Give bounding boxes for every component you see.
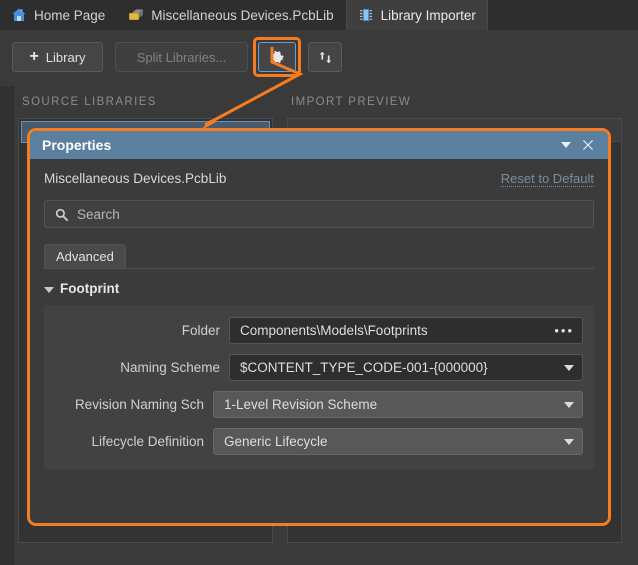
field-naming-scheme-value: $CONTENT_TYPE_CODE-001-{000000} xyxy=(240,360,488,375)
field-folder-value: Components\Models\Footprints xyxy=(240,323,428,338)
tab-library-importer-label: Library Importer xyxy=(380,7,476,23)
field-lifecycle-definition-value: Generic Lifecycle xyxy=(224,434,328,449)
close-icon[interactable] xyxy=(577,135,599,155)
collapse-triangle-icon xyxy=(44,286,54,293)
footprint-group-body: Folder Components\Models\Footprints ••• … xyxy=(44,305,594,469)
left-rail xyxy=(0,30,14,565)
field-folder-input[interactable]: Components\Models\Footprints ••• xyxy=(229,317,583,344)
tab-advanced[interactable]: Advanced xyxy=(44,244,126,268)
chevron-down-icon[interactable] xyxy=(555,135,577,155)
import-preview-header: IMPORT PREVIEW xyxy=(291,96,412,108)
properties-dialog-body: Miscellaneous Devices.PcbLib Reset to De… xyxy=(30,159,608,469)
field-folder-label: Folder xyxy=(181,323,220,338)
chevron-down-icon xyxy=(564,364,574,371)
plus-icon: + xyxy=(29,47,39,65)
properties-subtitle-row: Miscellaneous Devices.PcbLib Reset to De… xyxy=(41,159,597,187)
sync-libraries-button[interactable] xyxy=(308,42,342,72)
field-revision-naming-scheme: Revision Naming Sch 1-Level Revision Sch… xyxy=(55,391,583,418)
tab-library-importer[interactable]: Library Importer xyxy=(345,0,488,30)
field-lifecycle-definition-dropdown[interactable]: Generic Lifecycle xyxy=(213,428,583,455)
swap-arrows-icon xyxy=(319,51,331,63)
gear-icon xyxy=(270,50,284,63)
tab-miscellaneous-devices[interactable]: Miscellaneous Devices.PcbLib xyxy=(117,0,345,30)
field-naming-scheme-label: Naming Scheme xyxy=(120,360,220,375)
toolbar: + Library Split Libraries... xyxy=(0,30,638,86)
ic-chip-icon xyxy=(359,9,372,21)
field-lifecycle-definition-label: Lifecycle Definition xyxy=(91,434,204,449)
reset-to-default-link[interactable]: Reset to Default xyxy=(500,171,594,187)
footprint-group-label: Footprint xyxy=(60,281,120,296)
chevron-down-icon xyxy=(564,438,574,445)
field-lifecycle-definition: Lifecycle Definition Generic Lifecycle xyxy=(55,428,583,455)
field-naming-scheme: Naming Scheme $CONTENT_TYPE_CODE-001-{00… xyxy=(55,354,583,381)
properties-subtitle: Miscellaneous Devices.PcbLib xyxy=(44,171,227,186)
field-folder: Folder Components\Models\Footprints ••• xyxy=(55,317,583,344)
tab-miscellaneous-devices-label: Miscellaneous Devices.PcbLib xyxy=(151,7,334,23)
tab-home-page-label: Home Page xyxy=(34,7,106,23)
footprint-group-header[interactable]: Footprint xyxy=(44,281,594,296)
split-libraries-button[interactable]: Split Libraries... xyxy=(115,42,248,72)
home-icon xyxy=(12,8,26,21)
split-libraries-label: Split Libraries... xyxy=(136,49,227,65)
field-naming-scheme-dropdown[interactable]: $CONTENT_TYPE_CODE-001-{000000} xyxy=(229,354,583,381)
pcb-library-icon xyxy=(129,9,144,20)
ellipsis-button[interactable]: ••• xyxy=(554,323,574,338)
field-revision-naming-scheme-label: Revision Naming Sch xyxy=(74,397,204,412)
properties-dialog-title: Properties xyxy=(42,137,112,153)
field-revision-naming-scheme-value: 1-Level Revision Scheme xyxy=(224,397,378,412)
source-libraries-header: SOURCE LIBRARIES xyxy=(22,96,157,108)
add-library-label: Library xyxy=(45,49,86,65)
properties-tab-row: Advanced xyxy=(44,244,594,269)
chevron-down-icon xyxy=(564,401,574,408)
settings-button[interactable] xyxy=(258,42,296,72)
properties-dialog: Properties Miscellaneous Devices.PcbLib … xyxy=(27,128,611,526)
tab-home-page[interactable]: Home Page xyxy=(0,0,117,30)
search-input[interactable] xyxy=(77,206,583,222)
field-revision-naming-scheme-dropdown[interactable]: 1-Level Revision Scheme xyxy=(213,391,583,418)
search-icon xyxy=(55,208,68,221)
search-field[interactable] xyxy=(44,200,594,228)
application-window: Home Page Miscellaneous Devices.PcbLib L… xyxy=(0,0,638,565)
add-library-button[interactable]: + Library xyxy=(12,42,103,72)
document-tab-bar: Home Page Miscellaneous Devices.PcbLib L… xyxy=(0,0,638,31)
properties-dialog-titlebar[interactable]: Properties xyxy=(30,131,608,159)
